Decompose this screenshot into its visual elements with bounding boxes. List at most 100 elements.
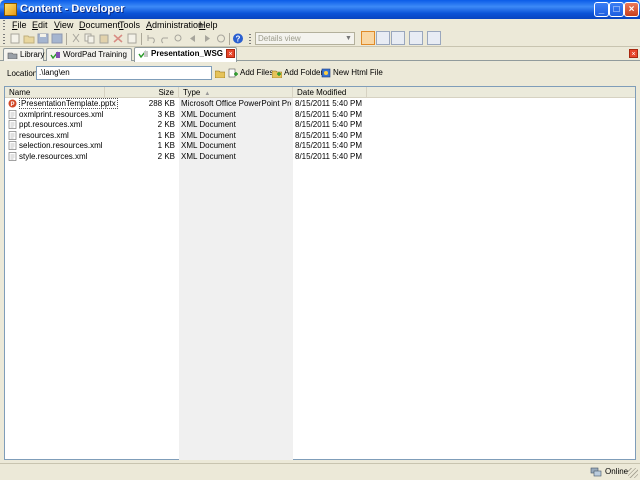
help-icon[interactable]: ? <box>232 33 244 44</box>
add-folder-button[interactable]: Add Folder <box>272 68 323 78</box>
file-type: XML Document <box>181 120 236 130</box>
xml-file-icon <box>8 109 17 119</box>
library-icon <box>7 52 18 59</box>
file-size: 1 KB <box>157 141 175 151</box>
toolbar-separator <box>66 33 67 45</box>
add-files-button[interactable]: Add Files <box>228 68 273 78</box>
table-row[interactable]: oxmlprint.resources.xml 3 KB XML Document 8… <box>5 109 635 120</box>
table-row[interactable]: ppt.resources.xml 2 KB XML Document 8/15/20… <box>5 119 635 130</box>
resize-grip[interactable] <box>628 468 638 478</box>
app-icon <box>4 3 17 16</box>
minimize-button[interactable]: _ <box>594 2 609 17</box>
menu-edit[interactable]: Edit <box>32 20 48 30</box>
toolbar-separator <box>229 33 230 45</box>
table-row[interactable]: P PresentationTemplate.pptx 288 KB Microsof… <box>5 98 635 109</box>
delete-icon[interactable] <box>112 33 124 44</box>
checkmark-doc-icon <box>50 51 60 59</box>
file-type: XML Document <box>181 141 236 151</box>
file-size: 2 KB <box>157 120 175 130</box>
powerpoint-file-icon: P <box>8 99 17 108</box>
file-list[interactable]: Name Size Type ▲ Date Modified P Presentat… <box>4 86 636 460</box>
folder-up-button[interactable] <box>409 31 423 45</box>
back-icon[interactable] <box>187 33 199 44</box>
menu-tools[interactable]: Tools <box>119 20 140 30</box>
tab-label: WordPad Training <box>63 50 127 59</box>
html-file-icon <box>321 68 331 78</box>
menu-file[interactable]: File <box>12 20 27 30</box>
menu-view[interactable]: View <box>54 20 73 30</box>
view-mode-value: Details view <box>258 34 301 43</box>
menu-document[interactable]: Document <box>79 20 120 30</box>
window-title: Content - Developer <box>20 3 125 15</box>
open-icon[interactable] <box>23 33 35 44</box>
file-date-modified: 8/15/2011 5:40 PM <box>295 120 363 130</box>
svg-text:P: P <box>10 102 14 108</box>
menu-administration[interactable]: Administration <box>146 20 203 30</box>
tab-label: Library <box>20 50 45 59</box>
undo-icon[interactable] <box>145 33 157 44</box>
file-type: XML Document <box>181 130 236 140</box>
toolbar-separator <box>141 33 142 45</box>
xml-file-icon <box>8 120 17 129</box>
browse-folder-icon[interactable] <box>215 68 225 78</box>
file-date-modified: 8/15/2011 5:40 PM <box>295 152 363 161</box>
save-all-icon[interactable] <box>51 33 63 44</box>
file-date-modified: 8/15/2011 5:40 PM <box>295 141 363 151</box>
close-all-tabs-icon[interactable]: × <box>629 49 638 58</box>
table-row[interactable]: selection.resources.xml 1 KB XML Document 8… <box>5 140 635 151</box>
forward-icon[interactable] <box>201 33 213 44</box>
status-bar: Online <box>0 463 640 480</box>
column-header: Name Size Type ▲ Date Modified <box>5 87 635 98</box>
redo-icon[interactable] <box>159 33 171 44</box>
maximize-button[interactable]: □ <box>609 2 624 17</box>
cut-icon[interactable] <box>70 33 82 44</box>
sort-ascending-icon: ▲ <box>204 91 211 97</box>
table-row[interactable]: resources.xml 1 KB XML Document 8/15/2011 5… <box>5 130 635 141</box>
toolbar-grip-icon <box>249 34 251 44</box>
column-header-name[interactable]: Name <box>5 87 105 98</box>
tab-wordpad-training[interactable]: WordPad Training <box>46 48 132 61</box>
tab-library[interactable]: Library <box>3 48 44 61</box>
tab-close-icon[interactable]: × <box>226 49 235 58</box>
file-size: 288 KB <box>148 99 175 108</box>
file-size: 3 KB <box>157 109 175 119</box>
new-html-file-button[interactable]: New Html File <box>321 68 383 78</box>
svg-text:?: ? <box>236 35 241 44</box>
connection-status: Online <box>605 467 629 476</box>
refresh-icon[interactable] <box>215 33 227 44</box>
file-size: 2 KB <box>157 152 175 161</box>
column-header-date-modified[interactable]: Date Modified <box>293 87 367 98</box>
file-type: Microsoft Office PowerPoint Pres... <box>181 99 291 108</box>
location-label: Location: <box>7 69 40 78</box>
xml-file-icon <box>8 141 17 151</box>
tab-label: Presentation_WSG <box>151 49 224 58</box>
location-bar: Location: .\lang\en Add Files Add Folder… <box>0 62 640 84</box>
copy-icon[interactable] <box>84 33 96 44</box>
add-files-icon <box>228 68 238 78</box>
table-row[interactable]: style.resources.xml 2 KB XML Document 8/15/… <box>5 151 635 162</box>
new-icon[interactable] <box>9 33 21 44</box>
column-header-type[interactable]: Type ▲ <box>179 87 293 98</box>
paste-icon[interactable] <box>98 33 110 44</box>
tab-strip: Library WordPad Training Presentation_WS… <box>0 47 640 62</box>
column-header-size[interactable]: Size <box>105 87 179 98</box>
tab-presentation-wsg[interactable]: Presentation_WSG <box>134 47 237 62</box>
find-icon[interactable] <box>173 33 185 44</box>
sync-button[interactable] <box>427 31 441 45</box>
save-icon[interactable] <box>37 33 49 44</box>
xml-file-icon <box>8 152 17 161</box>
list-view-button[interactable] <box>376 31 390 45</box>
location-input[interactable]: .\lang\en <box>36 66 212 80</box>
checkmark-doc-icon <box>138 50 148 58</box>
file-date-modified: 8/15/2011 5:40 PM <box>295 99 363 108</box>
details-view-button[interactable] <box>361 31 375 45</box>
menu-grip-icon <box>3 20 5 30</box>
columns-view-button[interactable] <box>391 31 405 45</box>
file-type: XML Document <box>181 109 236 119</box>
menu-help[interactable]: Help <box>199 20 218 30</box>
close-button[interactable]: × <box>624 2 639 17</box>
file-size: 1 KB <box>157 130 175 140</box>
view-mode-select[interactable]: Details view ▼ <box>255 32 355 45</box>
properties-icon[interactable] <box>126 33 138 44</box>
title-bar: Content - Developer _ □ × <box>0 0 640 19</box>
